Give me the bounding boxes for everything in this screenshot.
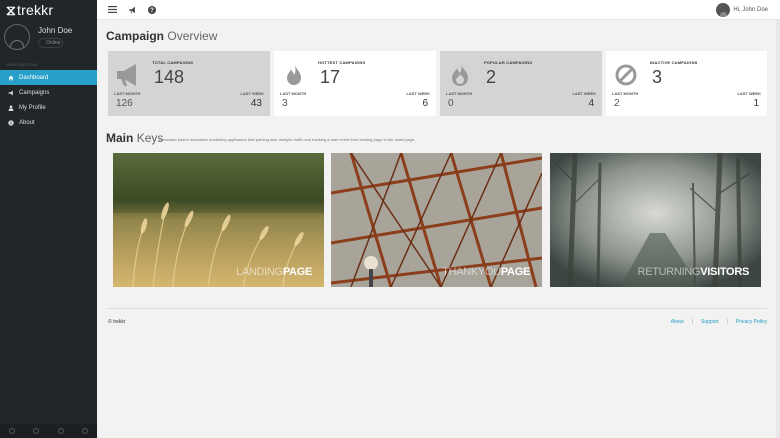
page-title-light: Overview: [167, 29, 218, 43]
tile-title: RETURNINGVISITORS: [637, 266, 750, 278]
divider: [106, 308, 767, 309]
last-week-value: 6: [422, 98, 428, 109]
last-month-value: 2: [614, 98, 620, 109]
section-description: A browser based innovative marketing app…: [159, 137, 416, 142]
sidebar-item-about[interactable]: About: [0, 115, 97, 130]
refresh-icon[interactable]: [81, 428, 88, 434]
card-value: 3: [652, 67, 663, 87]
last-month-value: 3: [282, 98, 288, 109]
footer-link-privacy-policy[interactable]: Privacy Policy: [736, 319, 767, 325]
scrollbar[interactable]: [776, 20, 780, 438]
stat-card-popular[interactable]: POPULAR CAMPAIGNS 2 LAST MONTH LAST WEEK…: [440, 51, 602, 116]
flame-icon: [287, 64, 301, 85]
last-month-label: LAST MONTH: [114, 91, 141, 96]
svg-text:?: ?: [150, 8, 154, 14]
section-title-bold: Main: [106, 131, 134, 145]
status-text: Online: [46, 40, 61, 46]
ban-icon: [615, 64, 637, 86]
footer-link-about[interactable]: About: [671, 319, 684, 325]
footer-separator: |: [726, 319, 728, 325]
last-month-label: LAST MONTH: [612, 91, 639, 96]
last-month-label: LAST MONTH: [280, 91, 307, 96]
page-title-bold: Campaign: [106, 29, 165, 43]
sidebar-item-campaigns[interactable]: Campaigns: [0, 85, 97, 100]
brand-name: trekkr: [17, 2, 54, 18]
tile-title-bold: VISITORS: [700, 266, 749, 278]
sidebar-item-label: About: [19, 119, 35, 126]
sidebar-item-my-profile[interactable]: My Profile: [0, 100, 97, 115]
sidebar-item-label: Campaigns: [19, 89, 50, 96]
card-label: POPULAR CAMPAIGNS: [484, 60, 533, 65]
settings-icon[interactable]: [33, 428, 40, 434]
sidebar-item-label: My Profile: [19, 104, 46, 111]
user-icon: [8, 104, 14, 111]
hamburger-icon: [107, 6, 117, 13]
sidebar-item-label: Dashboard: [19, 74, 49, 81]
fire-icon: [452, 64, 468, 86]
fullscreen-icon[interactable]: [57, 428, 64, 434]
last-week-label: LAST WEEK: [737, 91, 761, 96]
user-menu[interactable]: Hi, John Doe: [716, 3, 768, 17]
last-week-value: 43: [250, 98, 262, 109]
stat-card-total[interactable]: TOTAL CAMPAIGNS 148 LAST MONTH LAST WEEK…: [108, 51, 270, 116]
last-week-label: LAST WEEK: [572, 91, 596, 96]
user-panel: John Doe Online: [0, 20, 97, 54]
greeting-text: Hi, John Doe: [733, 7, 768, 13]
last-month-value: 126: [116, 98, 133, 109]
stat-card-inactive[interactable]: INACTIVE CAMPAIGNS 3 LAST MONTH LAST WEE…: [606, 51, 767, 116]
announcements-button[interactable]: [125, 3, 139, 17]
megaphone-icon: [117, 64, 136, 86]
top-bar: ? Hi, John Doe: [97, 0, 780, 20]
last-week-label: LAST WEEK: [240, 91, 264, 96]
card-label: TOTAL CAMPAIGNS: [152, 60, 194, 65]
help-button[interactable]: ?: [145, 3, 159, 17]
tile-title-light: RETURNING: [637, 266, 701, 278]
card-value: 2: [486, 67, 497, 87]
tile-title-light: THANKYOU: [442, 266, 501, 278]
power-icon[interactable]: [9, 428, 16, 434]
tile-title-bold: PAGE: [500, 266, 530, 278]
card-label: INACTIVE CAMPAIGNS: [650, 60, 698, 65]
tile-title: THANKYOUPAGE: [442, 266, 530, 278]
last-week-label: LAST WEEK: [406, 91, 430, 96]
tile-title: LANDINGPAGE: [236, 266, 312, 278]
copyright-text: © trekkr: [108, 319, 126, 325]
last-week-value: 4: [588, 98, 594, 109]
avatar: [4, 24, 30, 50]
tile-thankyou-page[interactable]: THANKYOUPAGE: [331, 153, 542, 287]
sidebar-item-dashboard[interactable]: Dashboard: [0, 70, 97, 85]
brand-logo[interactable]: ⧖ trekkr: [0, 0, 97, 20]
card-label: HOTTEST CAMPAIGNS: [318, 60, 366, 65]
nav-heading: NAVIGATION: [7, 62, 38, 67]
megaphone-icon: [128, 6, 135, 13]
logo-icon: ⧖: [6, 1, 17, 18]
user-name: John Doe: [38, 26, 73, 35]
card-value: 17: [320, 67, 341, 87]
page-title: Campaign Overview: [106, 29, 217, 43]
stat-card-hottest[interactable]: HOTTEST CAMPAIGNS 17 LAST MONTH LAST WEE…: [274, 51, 436, 116]
sidebar-footer: [0, 424, 97, 438]
footer-separator: |: [691, 319, 694, 325]
tile-landing-page[interactable]: LANDINGPAGE: [113, 153, 324, 287]
section-title: Main Keys: [106, 131, 163, 145]
last-month-value: 0: [448, 98, 454, 109]
question-icon: ?: [148, 5, 156, 14]
last-week-value: 1: [753, 98, 759, 109]
tile-returning-visitors[interactable]: RETURNINGVISITORS: [550, 153, 761, 287]
tile-title-bold: PAGE: [282, 266, 312, 278]
megaphone-icon: [8, 90, 13, 95]
info-icon: [8, 119, 14, 126]
last-month-label: LAST MONTH: [446, 91, 473, 96]
footer-links: About | Support | Privacy Policy: [671, 319, 767, 325]
menu-toggle-button[interactable]: [105, 3, 119, 17]
home-icon: [8, 75, 14, 80]
avatar: [716, 3, 731, 17]
sidebar: ⧖ trekkr John Doe Online NAVIGATION Dash…: [0, 0, 97, 438]
footer-link-support[interactable]: Support: [701, 319, 719, 325]
tile-title-light: LANDING: [236, 266, 283, 278]
status-badge: Online: [38, 38, 63, 48]
card-value: 148: [154, 67, 185, 87]
